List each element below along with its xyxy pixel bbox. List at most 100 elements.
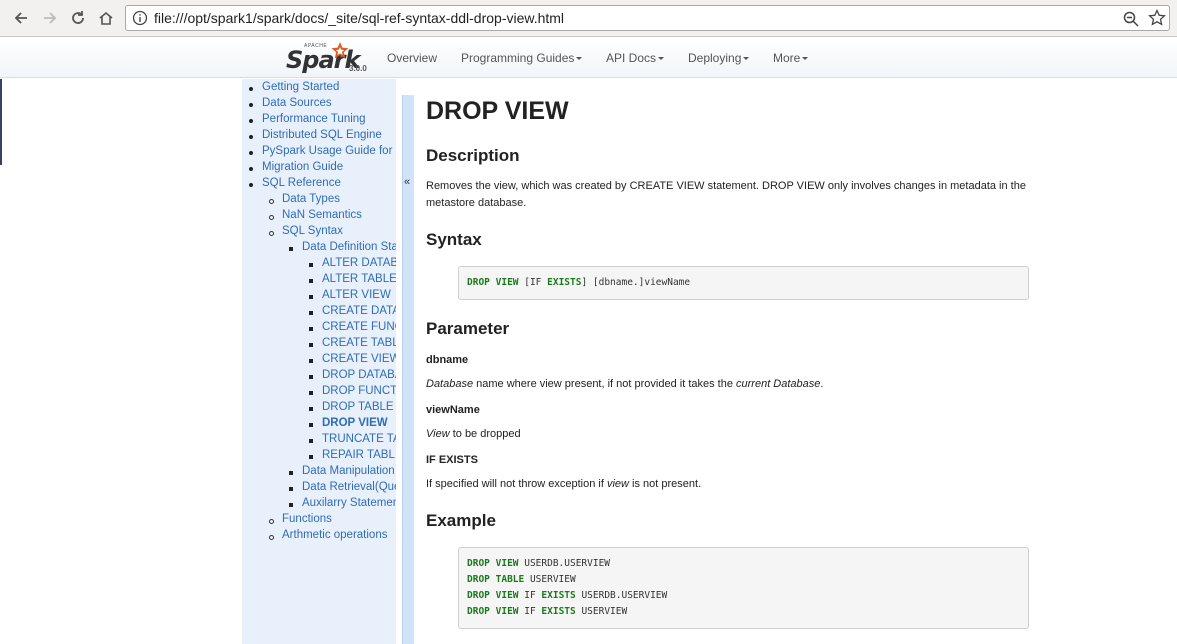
code-text: IF bbox=[518, 590, 542, 601]
toc-bullet bbox=[269, 231, 274, 236]
param-name: viewName bbox=[426, 404, 480, 416]
toc-bullet bbox=[249, 167, 253, 171]
toc-bullet bbox=[249, 103, 253, 107]
toc-bullet bbox=[309, 423, 313, 427]
example-heading: Example bbox=[426, 511, 496, 530]
code-line: DROP TABLE USERVIEW bbox=[467, 572, 1020, 588]
code-text: USERDB.USERVIEW bbox=[575, 590, 668, 601]
caret-down-icon bbox=[658, 57, 665, 61]
sidebar-item-sql-syntax[interactable]: SQL Syntax bbox=[282, 225, 343, 237]
param-desc-text: name where view present, if not provided… bbox=[473, 378, 737, 390]
code-line: DROP VIEW IF EXISTS USERVIEW bbox=[467, 604, 1020, 620]
sidebar-item-repair-tabl[interactable]: REPAIR TABL bbox=[322, 449, 395, 461]
sidebar-item-create-data[interactable]: CREATE DATA bbox=[322, 305, 396, 317]
nav-api-docs[interactable]: API Docs bbox=[606, 51, 665, 65]
sidebar-item-functions[interactable]: Functions bbox=[282, 513, 332, 525]
collapse-icon[interactable]: « bbox=[404, 176, 410, 188]
toc-bullet bbox=[309, 295, 313, 299]
nav-api-docs-label: API Docs bbox=[606, 51, 657, 65]
toc-bullet bbox=[289, 487, 293, 491]
toc-bullet bbox=[269, 199, 274, 204]
code-keyword: EXISTS bbox=[541, 606, 576, 617]
version-label: 3.0.0 bbox=[349, 64, 367, 73]
sidebar-item-create-tabl[interactable]: CREATE TABL bbox=[322, 337, 396, 349]
sidebar-item-alter-view[interactable]: ALTER VIEW bbox=[322, 289, 391, 301]
window-edge bbox=[0, 79, 2, 165]
home-button[interactable] bbox=[94, 6, 118, 30]
sidebar-item-drop-databa[interactable]: DROP DATABA bbox=[322, 369, 396, 381]
nav-more-label: More bbox=[773, 51, 801, 65]
sidebar-item-getting-started[interactable]: Getting Started bbox=[262, 81, 339, 93]
sidebar-item-data-retrieval-que[interactable]: Data Retrieval(Que bbox=[302, 481, 396, 493]
sidebar-item-create-view[interactable]: CREATE VIEW bbox=[322, 353, 396, 365]
address-bar[interactable]: file:///opt/spark1/spark/docs/_site/sql-… bbox=[125, 5, 1170, 31]
code-text: ] [dbname.]viewName bbox=[581, 277, 691, 288]
toc-bullet bbox=[309, 375, 313, 379]
toc-bullet bbox=[309, 279, 313, 283]
nav-overview[interactable]: Overview bbox=[387, 51, 437, 65]
code-text: USERVIEW bbox=[575, 606, 628, 617]
param-desc-em: View bbox=[426, 428, 450, 440]
code-text: USERVIEW bbox=[524, 574, 576, 585]
info-icon[interactable] bbox=[132, 10, 148, 26]
toc-bullet bbox=[249, 135, 253, 139]
code-keyword: TABLE bbox=[495, 574, 525, 585]
reload-icon bbox=[72, 11, 84, 24]
code-keyword: DROP bbox=[467, 590, 490, 601]
code-text: [IF bbox=[518, 277, 548, 288]
code-keyword: DROP bbox=[467, 606, 490, 617]
param-desc-text: If specified will not throw exception if bbox=[426, 478, 607, 490]
toc-bullet bbox=[309, 311, 313, 315]
toc-bullet bbox=[249, 119, 253, 123]
sidebar-item-data-types[interactable]: Data Types bbox=[282, 193, 340, 205]
code-text: IF bbox=[518, 606, 542, 617]
nav-deploying-label: Deploying bbox=[688, 51, 742, 65]
sidebar-item-data-definition-sta[interactable]: Data Definition Sta bbox=[302, 241, 396, 253]
url-text[interactable]: file:///opt/spark1/spark/docs/_site/sql-… bbox=[154, 10, 564, 26]
nav-deploying[interactable]: Deploying bbox=[688, 51, 750, 65]
toc-bullet bbox=[249, 87, 253, 91]
nav-programming-guides-label: Programming Guides bbox=[461, 51, 575, 65]
site-navbar: APACHE Spark 3.0.0 Overview Programming … bbox=[0, 38, 1177, 78]
nav-programming-guides[interactable]: Programming Guides bbox=[461, 51, 583, 65]
sidebar-item-performance-tuning[interactable]: Performance Tuning bbox=[262, 113, 366, 125]
sidebar-item-nan-semantics[interactable]: NaN Semantics bbox=[282, 209, 362, 221]
forward-button[interactable] bbox=[38, 6, 62, 30]
sidebar-item-create-func[interactable]: CREATE FUNC bbox=[322, 321, 396, 333]
sidebar-item-auxilarry-statemen[interactable]: Auxilarry Statemen bbox=[302, 497, 396, 509]
home-icon bbox=[99, 11, 113, 25]
sidebar-item-drop-view[interactable]: DROP VIEW bbox=[322, 417, 388, 429]
example-code-block: DROP VIEW USERDB.USERVIEW DROP TABLE USE… bbox=[458, 547, 1029, 629]
sidebar-item-distributed-sql-engine[interactable]: Distributed SQL Engine bbox=[262, 129, 382, 141]
bookmark-star-icon[interactable] bbox=[1148, 9, 1166, 27]
param-desc-em: view bbox=[606, 478, 629, 490]
zoom-out-icon[interactable] bbox=[1122, 10, 1140, 28]
code-keyword: DROP bbox=[467, 558, 490, 569]
sidebar-item-truncate-ta[interactable]: TRUNCATE TA bbox=[322, 433, 396, 445]
sidebar-item-alter-datab[interactable]: ALTER DATAB bbox=[322, 257, 396, 269]
param-desc-em: current Database bbox=[736, 378, 821, 390]
code-keyword: VIEW bbox=[495, 277, 519, 288]
back-button[interactable] bbox=[9, 6, 33, 30]
code-keyword: DROP bbox=[467, 574, 490, 585]
spark-logo[interactable]: APACHE Spark 3.0.0 bbox=[286, 40, 376, 76]
sidebar-item-arthmetic-operations[interactable]: Arthmetic operations bbox=[282, 529, 387, 541]
sidebar-item-migration-guide[interactable]: Migration Guide bbox=[262, 161, 343, 173]
param-desc-text: . bbox=[820, 378, 824, 390]
sidebar-item-alter-table[interactable]: ALTER TABLE bbox=[322, 273, 396, 285]
sidebar-item-data-manipulation[interactable]: Data Manipulation bbox=[302, 465, 395, 477]
spark-star-icon bbox=[331, 42, 349, 59]
nav-more[interactable]: More bbox=[773, 51, 809, 65]
sidebar-item-pyspark-usage-guide-for-p[interactable]: PySpark Usage Guide for P bbox=[262, 145, 396, 157]
syntax-code-block: DROP VIEW [IF EXISTS] [dbname.]viewName bbox=[458, 266, 1029, 300]
toc-bullet bbox=[309, 455, 313, 459]
param-name: IF EXISTS bbox=[426, 454, 478, 466]
sidebar-item-drop-table[interactable]: DROP TABLE bbox=[322, 401, 394, 413]
reload-button[interactable] bbox=[66, 6, 90, 30]
sidebar-item-drop-funct[interactable]: DROP FUNCT bbox=[322, 385, 396, 397]
code-text: USERDB.USERVIEW bbox=[518, 558, 611, 569]
sidebar-item-sql-reference[interactable]: SQL Reference bbox=[262, 177, 341, 189]
code-keyword: EXISTS bbox=[547, 277, 582, 288]
arrow-right-icon bbox=[44, 12, 57, 24]
sidebar-item-data-sources[interactable]: Data Sources bbox=[262, 97, 332, 109]
